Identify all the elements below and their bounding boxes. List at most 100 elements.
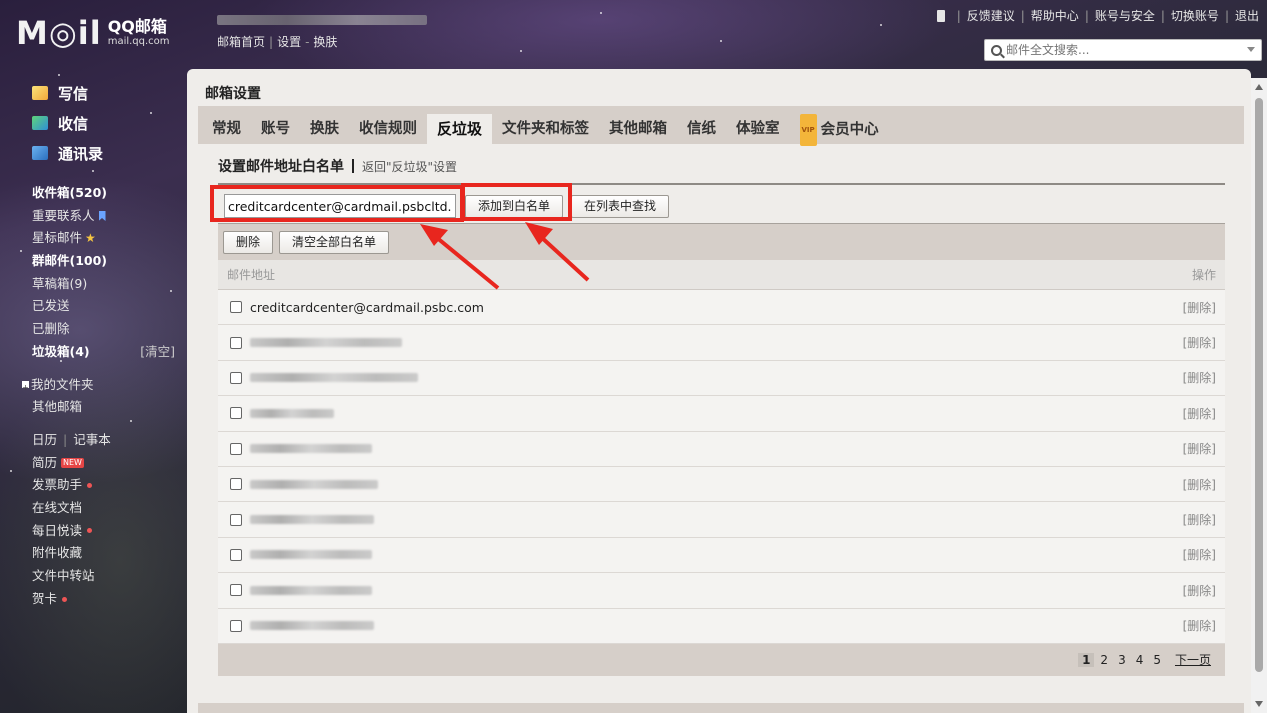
tab-folders-labels[interactable]: 文件夹和标签 (492, 114, 599, 144)
page-4[interactable]: 4 (1132, 653, 1148, 667)
table-row: [删除] (218, 466, 1225, 503)
top-right-links: | 反馈建议 | 帮助中心 | 账号与安全 | 切换账号 | 退出 (936, 7, 1259, 24)
row-delete-link[interactable]: [删除] (1183, 369, 1216, 386)
settings-link[interactable]: 设置 (277, 35, 301, 49)
search-dropdown-icon[interactable] (1247, 47, 1255, 52)
sidebar: 写信 收信 通讯录 收件箱(520) 重要联系人 星标邮件 ★ 群邮件(100) … (0, 78, 185, 610)
scroll-down-icon[interactable] (1255, 701, 1263, 707)
page-3[interactable]: 3 (1114, 653, 1130, 667)
row-delete-link[interactable]: [删除] (1183, 334, 1216, 351)
tool-invoice-assistant[interactable]: 发票助手 (32, 474, 185, 497)
row-delete-link[interactable]: [删除] (1183, 440, 1216, 457)
qqmail-logo[interactable]: M◎il QQ邮箱 mail.qq.com (16, 14, 170, 52)
row-address-redacted (250, 585, 372, 595)
switch-account-link[interactable]: 切换账号 (1171, 7, 1219, 24)
col-action-header: 操作 (1191, 268, 1216, 282)
compose-button[interactable]: 写信 (32, 78, 185, 108)
settings-panel: 邮箱设置 常规 账号 换肤 收信规则 反垃圾 文件夹和标签 其他邮箱 信纸 体验… (187, 69, 1251, 713)
contacts-button[interactable]: 通讯录 (32, 138, 185, 168)
row-checkbox[interactable] (230, 513, 242, 526)
folder-spam[interactable]: 垃圾箱(4) [清空] (32, 341, 185, 364)
feedback-link[interactable]: 反馈建议 (967, 7, 1015, 24)
page-2[interactable]: 2 (1096, 653, 1112, 667)
scroll-thumb[interactable] (1255, 98, 1263, 672)
phone-icon[interactable] (936, 9, 945, 22)
tool-file-transfer[interactable]: 文件中转站 (32, 565, 185, 588)
row-delete-link[interactable]: [删除] (1183, 299, 1216, 316)
row-address-redacted (250, 621, 374, 631)
search-icon (991, 44, 1002, 56)
folder-inbox[interactable]: 收件箱(520) (32, 182, 185, 205)
table-row: [删除] (218, 608, 1225, 644)
row-address-redacted (250, 338, 402, 348)
skin-link[interactable]: 换肤 (313, 35, 337, 49)
scroll-up-icon[interactable] (1255, 84, 1263, 90)
my-folders-toggle[interactable]: 我的文件夹 (22, 374, 185, 400)
page-scrollbar[interactable] (1251, 78, 1267, 713)
account-security-link[interactable]: 账号与安全 (1095, 7, 1155, 24)
empty-spam-link[interactable]: [清空] (140, 341, 175, 364)
back-to-anti-spam-link[interactable]: 返回"反垃圾"设置 (362, 158, 457, 175)
row-checkbox[interactable] (230, 548, 242, 561)
find-in-list-button[interactable]: 在列表中查找 (571, 194, 670, 218)
clear-whitelist-button[interactable]: 清空全部白名单 (279, 230, 390, 254)
row-checkbox[interactable] (230, 478, 242, 491)
page-5[interactable]: 5 (1149, 653, 1165, 667)
row-checkbox[interactable] (230, 301, 242, 314)
row-checkbox[interactable] (230, 336, 242, 349)
notes-link[interactable]: 记事本 (73, 429, 111, 452)
tab-vip-center[interactable]: VIP 会员中心 (790, 114, 889, 146)
folder-group-mail[interactable]: 群邮件(100) (32, 250, 185, 273)
mail-search-input[interactable] (1006, 43, 1236, 57)
page-1[interactable]: 1 (1078, 652, 1095, 667)
vip-icon: VIP (799, 114, 817, 146)
row-address-redacted (250, 550, 372, 560)
tool-daily-reading[interactable]: 每日悦读 (32, 520, 185, 543)
receive-button[interactable]: 收信 (32, 108, 185, 138)
row-address-redacted (250, 444, 372, 454)
other-mailbox-link[interactable]: 其他邮箱 (32, 396, 185, 419)
tab-general[interactable]: 常规 (202, 114, 251, 144)
calendar-link[interactable]: 日历 (32, 429, 57, 452)
row-delete-link[interactable]: [删除] (1183, 546, 1216, 563)
tab-stationery[interactable]: 信纸 (677, 114, 726, 144)
table-row: [删除] (218, 325, 1225, 361)
tab-other-mailboxes[interactable]: 其他邮箱 (599, 114, 677, 144)
row-delete-link[interactable]: [删除] (1183, 582, 1216, 599)
whitelist-address-input[interactable] (224, 194, 456, 218)
row-delete-link[interactable]: [删除] (1183, 405, 1216, 422)
logo-brand-domain: mail.qq.com (107, 36, 170, 47)
mail-search-box[interactable] (984, 39, 1262, 61)
row-delete-link[interactable]: [删除] (1183, 476, 1216, 493)
tool-attachment-favorites[interactable]: 附件收藏 (32, 542, 185, 565)
notification-dot-icon (87, 528, 93, 534)
folder-drafts[interactable]: 草稿箱(9) (32, 273, 185, 296)
tab-inbox-rules[interactable]: 收信规则 (349, 114, 427, 144)
row-delete-link[interactable]: [删除] (1183, 511, 1216, 528)
row-checkbox[interactable] (230, 407, 242, 420)
tab-labs[interactable]: 体验室 (726, 114, 790, 144)
next-page-link[interactable]: 下一页 (1175, 651, 1211, 668)
row-checkbox[interactable] (230, 584, 242, 597)
row-checkbox[interactable] (230, 442, 242, 455)
tab-anti-spam[interactable]: 反垃圾 (427, 114, 493, 144)
tool-greeting-cards[interactable]: 贺卡 (32, 588, 185, 611)
delete-selected-button[interactable]: 删除 (223, 230, 274, 254)
tab-account[interactable]: 账号 (251, 114, 300, 144)
tab-skin[interactable]: 换肤 (300, 114, 349, 144)
add-to-whitelist-button[interactable]: 添加到白名单 (465, 194, 564, 218)
settings-tabs: 常规 账号 换肤 收信规则 反垃圾 文件夹和标签 其他邮箱 信纸 体验室 VIP… (198, 106, 1244, 146)
mailbox-home-link[interactable]: 邮箱首页 (217, 35, 265, 49)
folder-sent[interactable]: 已发送 (32, 295, 185, 318)
logout-link[interactable]: 退出 (1235, 7, 1259, 24)
folder-important-contacts[interactable]: 重要联系人 (32, 205, 185, 228)
help-center-link[interactable]: 帮助中心 (1031, 7, 1079, 24)
folder-deleted[interactable]: 已删除 (32, 318, 185, 341)
tool-online-docs[interactable]: 在线文档 (32, 497, 185, 520)
row-checkbox[interactable] (230, 619, 242, 632)
row-checkbox[interactable] (230, 371, 242, 384)
contacts-icon (32, 146, 48, 160)
row-delete-link[interactable]: [删除] (1183, 617, 1216, 634)
folder-starred[interactable]: 星标邮件 ★ (32, 227, 185, 250)
tool-resume[interactable]: 简历 NEW (32, 452, 185, 475)
